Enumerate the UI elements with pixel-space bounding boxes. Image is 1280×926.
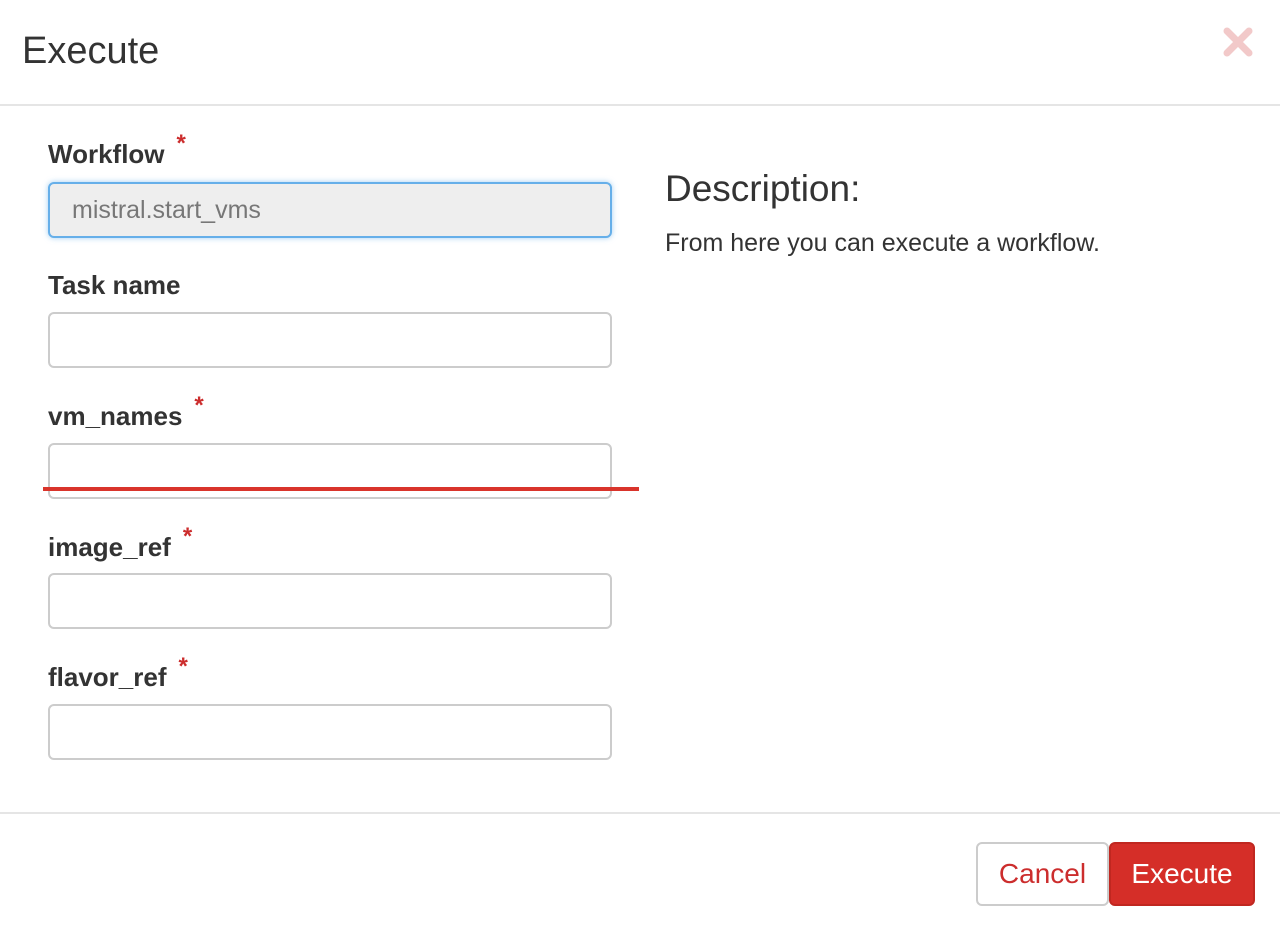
dialog-header: Execute xyxy=(0,0,1280,106)
close-button[interactable] xyxy=(1222,26,1254,58)
close-icon xyxy=(1223,27,1253,57)
execute-dialog: Execute Workflow * Task name vm_names * im… xyxy=(0,0,1280,926)
vm-names-label: vm_names * xyxy=(48,392,204,434)
required-marker: * xyxy=(178,653,188,680)
required-marker: * xyxy=(182,523,193,550)
description-title: Description: xyxy=(665,168,861,209)
cancel-button[interactable]: Cancel xyxy=(976,842,1109,906)
workflow-input[interactable] xyxy=(48,182,612,238)
flavor-ref-label-text: flavor_ref xyxy=(48,662,167,692)
dialog-footer: Cancel Execute xyxy=(0,812,1280,926)
image-ref-input[interactable] xyxy=(48,573,612,629)
workflow-label: Workflow * xyxy=(48,130,186,172)
description-panel: Description: From here you can execute a… xyxy=(665,166,1245,260)
required-marker: * xyxy=(194,392,204,419)
execute-button[interactable]: Execute xyxy=(1109,842,1255,906)
description-text: From here you can execute a workflow. xyxy=(665,229,1100,257)
dialog-title: Execute xyxy=(22,30,160,72)
task-name-label: Task name xyxy=(48,269,180,301)
task-name-label-text: Task name xyxy=(48,270,181,300)
vm-names-error-underline xyxy=(43,487,639,491)
vm-names-label-text: vm_names xyxy=(48,401,183,431)
image-ref-label-text: image_ref xyxy=(48,532,171,562)
required-marker: * xyxy=(176,130,186,157)
image-ref-label: image_ref * xyxy=(48,523,192,565)
task-name-input[interactable] xyxy=(48,312,612,368)
flavor-ref-input[interactable] xyxy=(48,704,612,760)
flavor-ref-label: flavor_ref * xyxy=(48,653,188,695)
workflow-label-text: Workflow xyxy=(48,139,165,169)
